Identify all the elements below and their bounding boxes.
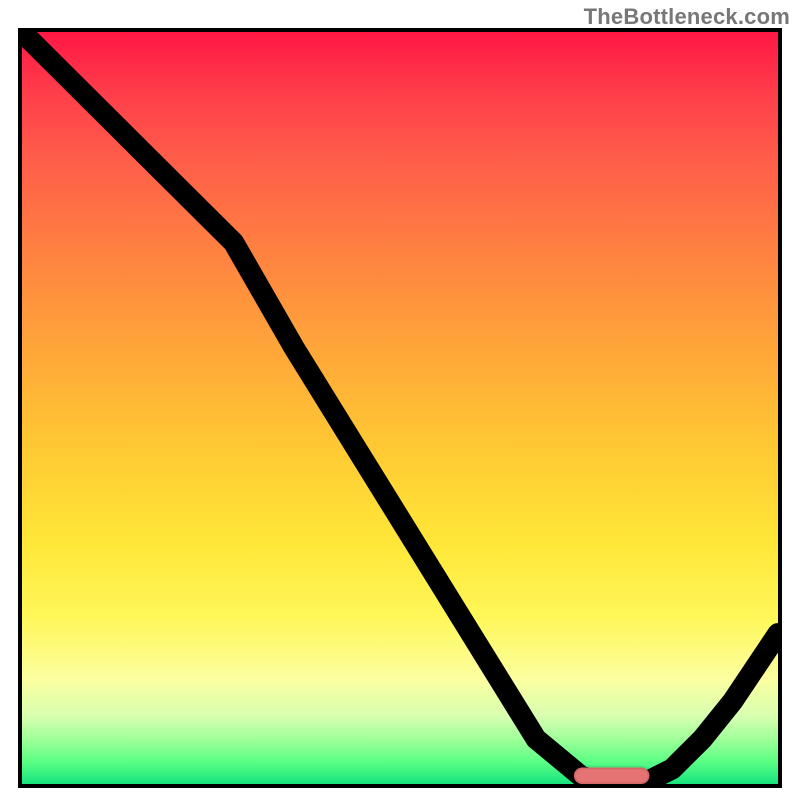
watermark-label: TheBottleneck.com — [584, 4, 790, 30]
bottleneck-chart: TheBottleneck.com — [0, 0, 800, 800]
plot-area — [22, 32, 778, 784]
optimum-marker — [574, 767, 650, 784]
line-layer — [22, 32, 778, 784]
chart-frame — [18, 28, 782, 788]
bottleneck-curve — [22, 32, 778, 784]
